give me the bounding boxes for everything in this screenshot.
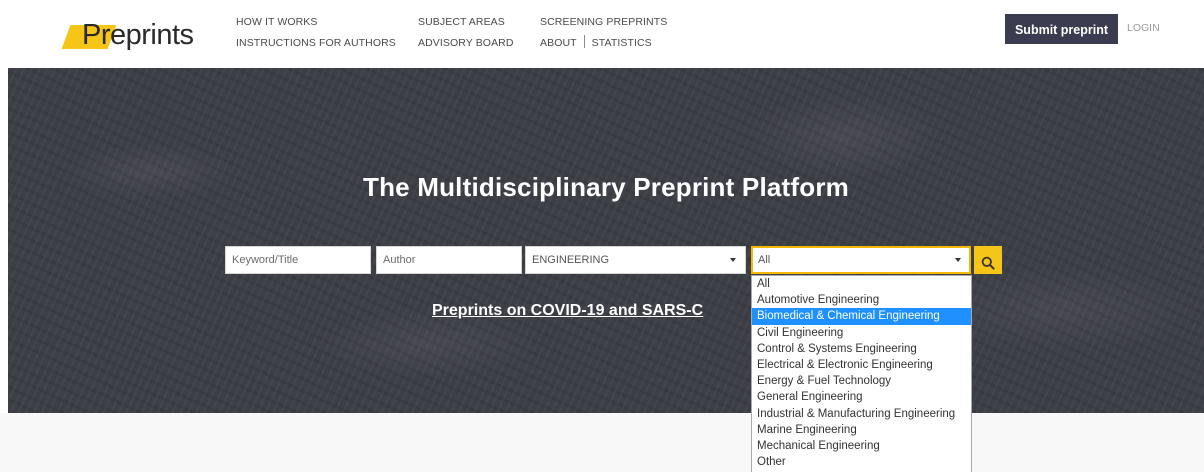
dropdown-option[interactable]: Industrial & Manufacturing Engineering [752,406,971,422]
dropdown-option[interactable]: Other [752,454,971,470]
nav-advisory-board[interactable]: ADVISORY BOARD [418,33,514,54]
nav-how-it-works[interactable]: HOW IT WORKS [236,12,396,33]
dropdown-option[interactable]: Electrical & Electronic Engineering [752,357,971,373]
dropdown-option[interactable]: Automotive Engineering [752,292,971,308]
subarea-select[interactable]: All [751,246,971,274]
dropdown-option[interactable]: Marine Engineering [752,422,971,438]
nav-subject-areas[interactable]: SUBJECT AREAS [418,12,514,33]
nav-column-3: SCREENING PREPRINTS ABOUT STATISTICS [540,12,667,54]
content-area [0,413,1204,472]
nav-statistics[interactable]: STATISTICS [592,33,652,54]
nav-instructions-for-authors[interactable]: INSTRUCTIONS FOR AUTHORS [236,33,396,54]
chevron-down-icon [955,258,961,262]
subject-area-select[interactable]: ENGINEERING [525,246,746,274]
dropdown-option[interactable]: General Engineering [752,389,971,405]
dropdown-option[interactable]: Civil Engineering [752,325,971,341]
dropdown-option[interactable]: Control & Systems Engineering [752,341,971,357]
chevron-down-icon [730,258,736,262]
page: Preprints HOW IT WORKS INSTRUCTIONS FOR … [0,0,1204,472]
nav-screening-preprints[interactable]: SCREENING PREPRINTS [540,12,667,33]
author-input[interactable] [376,246,522,274]
logo-text-highlight: Pre [82,19,126,51]
search-button[interactable] [974,246,1002,274]
dropdown-option[interactable]: Mechanical Engineering [752,438,971,454]
submit-preprint-button[interactable]: Submit preprint [1005,14,1118,44]
preprints-logo[interactable]: Preprints [61,18,212,54]
dropdown-option[interactable]: All [752,276,971,292]
nav-separator [583,35,585,48]
covid-preprints-link[interactable]: Preprints on COVID-19 and SARS-C [432,302,703,320]
logo-text-rest: prints [125,19,194,51]
hero-banner: The Multidisciplinary Preprint Platform … [8,68,1204,413]
logo-text: Preprints [82,19,194,52]
hero-title: The Multidisciplinary Preprint Platform [363,172,849,202]
login-link[interactable]: LOGIN [1127,22,1160,34]
nav-about-statistics-row: ABOUT STATISTICS [540,33,667,54]
subject-area-select-value: ENGINEERING [532,254,610,266]
nav-column-2: SUBJECT AREAS ADVISORY BOARD [418,12,514,54]
dropdown-option-highlighted[interactable]: Biomedical & Chemical Engineering [752,308,971,325]
subarea-dropdown-list[interactable]: All Automotive Engineering Biomedical & … [751,275,972,472]
subarea-select-value: All [758,254,771,266]
site-header: Preprints HOW IT WORKS INSTRUCTIONS FOR … [0,0,1204,68]
search-icon [981,256,995,270]
nav-column-1: HOW IT WORKS INSTRUCTIONS FOR AUTHORS [236,12,396,54]
keyword-title-input[interactable] [225,246,371,274]
dropdown-option[interactable]: Energy & Fuel Technology [752,373,971,389]
nav-about[interactable]: ABOUT [540,33,577,54]
